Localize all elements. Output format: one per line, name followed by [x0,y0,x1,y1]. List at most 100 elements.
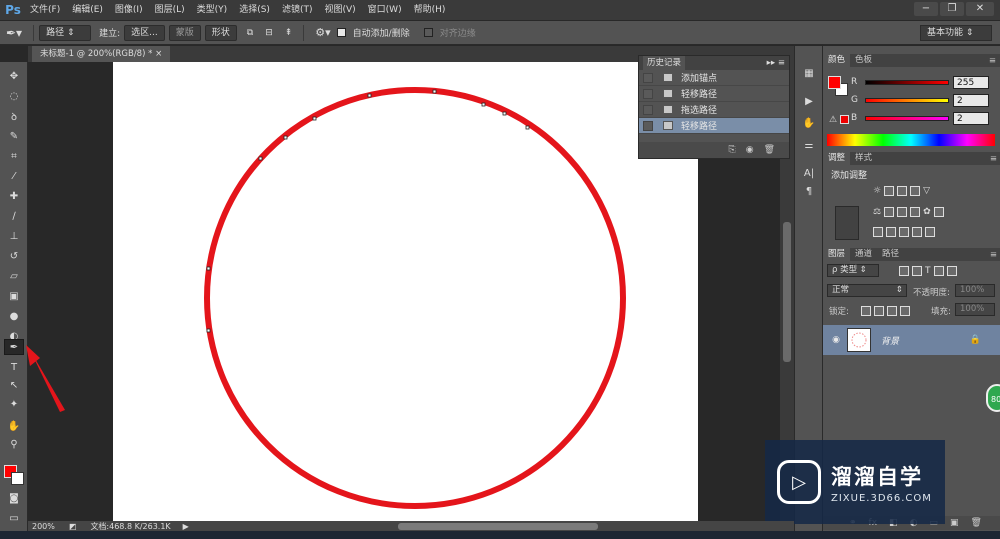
tool-presets-icon[interactable]: ✋ [801,116,817,132]
fill-input[interactable]: 100% [955,303,995,316]
menu-select[interactable]: 选择(S) [233,0,276,20]
posterize-icon[interactable] [886,227,896,237]
fg-color-swatch[interactable] [828,76,841,89]
panel-menu-icon[interactable]: ≡ [990,250,997,260]
layer-filter-select[interactable]: ρ 类型 ⇕ [827,264,879,277]
minimize-button[interactable]: − [914,2,938,16]
red-value[interactable]: 255 [953,75,989,89]
document-canvas[interactable] [113,62,698,521]
lock-transparent-icon[interactable] [861,306,871,316]
hue-saturation-icon[interactable] [884,207,895,217]
floating-badge[interactable]: 80 [986,384,1000,412]
history-item[interactable]: 拖选路径 [639,102,789,118]
selection-button[interactable]: 选区... [124,24,165,41]
close-button[interactable]: ✕ [966,2,994,16]
tab-layers[interactable]: 图层 [823,248,851,261]
zoom-tool-icon[interactable]: ⚲ [4,436,24,452]
new-layer-icon[interactable]: ▣ [950,518,959,528]
color-balance-icon[interactable] [897,207,908,217]
tab-adjustments[interactable]: 调整 [823,152,851,165]
path-alignment-icon[interactable]: ⊟ [265,28,273,38]
curves-icon[interactable] [897,186,908,196]
auto-add-delete-checkbox[interactable] [336,28,346,37]
lock-position-icon[interactable] [887,306,897,316]
history-checkbox[interactable] [643,120,653,131]
close-tab-icon[interactable]: × [155,49,162,59]
lock-image-icon[interactable] [874,306,884,316]
character-panel-icon[interactable]: A| [801,166,817,182]
exposure-icon[interactable] [910,186,921,196]
selective-color-icon[interactable] [912,227,922,237]
gradient-map-icon[interactable]: ▽ [923,186,930,196]
tab-color[interactable]: 颜色 [823,54,851,67]
actions-panel-icon[interactable]: ▶ [801,94,817,110]
hand-tool-icon[interactable]: ✋ [4,418,24,434]
history-checkbox[interactable] [643,104,653,115]
lock-all-icon[interactable] [900,306,910,316]
path-operations-icon[interactable]: ⧉ [247,28,253,38]
path-arrangement-icon[interactable]: ⇞ [285,28,293,38]
history-item[interactable]: 添加锚点 [639,70,789,86]
history-item[interactable]: 轻移路径 [639,86,789,102]
history-checkbox[interactable] [643,88,653,99]
trash-icon[interactable]: 🗑 [764,145,775,155]
mask-button[interactable]: 蒙版 [168,24,201,41]
threshold-icon[interactable] [899,227,909,237]
blue-value[interactable]: 2 [953,111,989,125]
menu-view[interactable]: 视图(V) [318,0,361,20]
menu-filter[interactable]: 滤镜(T) [276,0,319,20]
new-document-from-state-icon[interactable]: ⎘ [729,145,736,155]
paragraph-panel-icon[interactable]: ¶ [801,184,817,200]
opacity-input[interactable]: 100% [955,284,995,297]
layer-background[interactable]: ◉ 背景 🔒 [823,325,1000,355]
smart-object-filter-icon[interactable] [946,266,957,276]
horizontal-scroll-thumb[interactable] [398,523,598,530]
tab-paths[interactable]: 路径 [877,248,904,261]
quick-mask-icon[interactable]: ◙ [4,490,24,506]
tab-channels[interactable]: 通道 [850,248,877,261]
invert-icon[interactable] [873,227,883,237]
status-icon[interactable]: ◩ [69,522,77,531]
shape-filter-icon[interactable] [933,266,944,276]
levels-icon[interactable] [884,186,895,196]
screen-mode-icon[interactable]: ▭ [4,510,24,526]
workspace-select[interactable]: 基本功能 ⇕ [920,25,992,41]
scroll-thumb[interactable] [783,222,791,362]
tab-swatches[interactable]: 色板 [850,54,877,67]
pixel-filter-icon[interactable] [899,266,909,276]
visibility-eye-icon[interactable]: ◉ [829,335,843,345]
menu-type[interactable]: 类型(Y) [191,0,234,20]
blue-track[interactable] [865,115,949,121]
color-spectrum[interactable] [827,134,995,146]
brush-panel-icon[interactable]: ⚌ [801,138,817,154]
green-slider[interactable]: G 2 [851,93,989,107]
balance-icon[interactable]: ⚖ [873,207,881,217]
green-track[interactable] [865,97,949,103]
history-tab[interactable]: 历史记录 [643,56,686,70]
type-filter-icon[interactable]: T [925,266,931,276]
shape-button[interactable]: 形状 [204,24,237,41]
red-slider[interactable]: R 255 [851,75,989,89]
background-color-swatch[interactable] [11,472,24,485]
black-white-icon[interactable] [910,207,921,217]
align-edges-checkbox[interactable] [423,28,433,37]
panel-menu-icon[interactable]: ▸▸ ≡ [767,58,785,68]
web-safe-swatch[interactable] [840,115,849,124]
history-checkbox[interactable] [643,72,653,83]
gear-icon[interactable]: ⚙▾ [315,26,330,39]
tab-styles[interactable]: 样式 [850,152,877,165]
delete-layer-icon[interactable]: 🗑 [970,518,981,528]
menu-layer[interactable]: 图层(L) [149,0,191,20]
color-lookup-icon[interactable] [933,207,944,217]
channel-mixer-icon[interactable]: ✿ [923,207,931,217]
blue-slider[interactable]: B 2 [851,111,989,125]
restore-button[interactable]: ❐ [940,2,964,16]
menu-help[interactable]: 帮助(H) [408,0,452,20]
menu-window[interactable]: 窗口(W) [362,0,408,20]
history-panel-icon[interactable]: ▦ [801,66,817,82]
blend-mode-select[interactable]: 正常 ⇕ [827,284,907,297]
green-value[interactable]: 2 [953,93,989,107]
adjustment-filter-icon[interactable] [912,266,922,276]
red-track[interactable] [865,79,949,85]
panel-menu-icon[interactable]: ≡ [989,56,996,66]
